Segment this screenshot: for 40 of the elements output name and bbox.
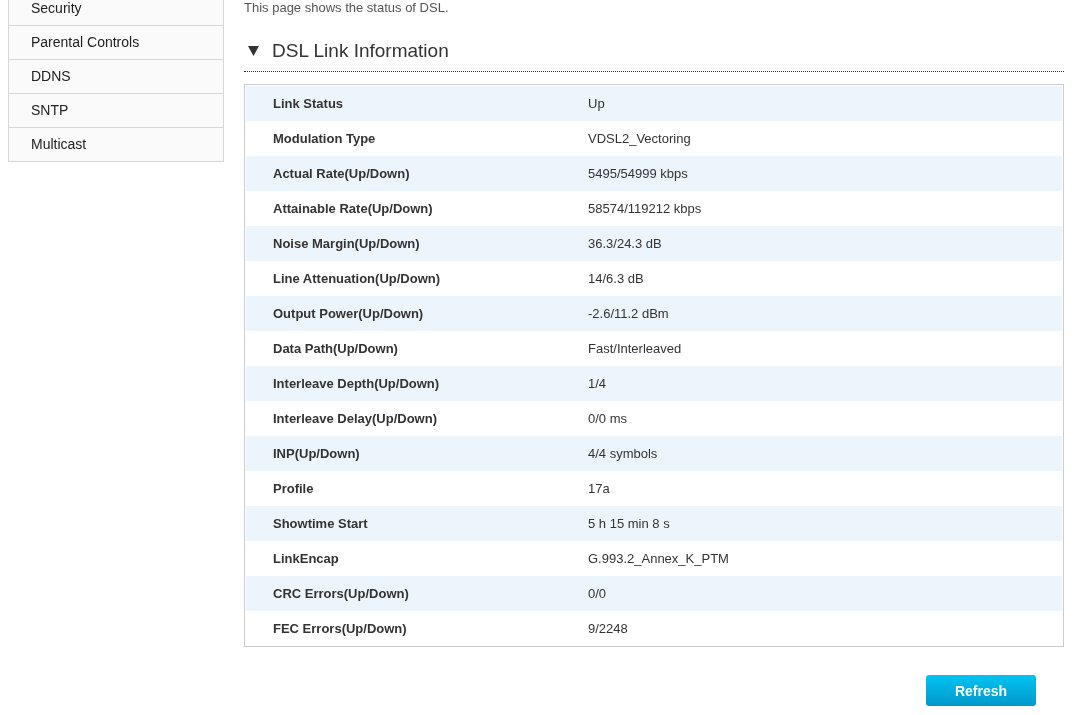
- field-label: Line Attenuation(Up/Down): [273, 271, 441, 286]
- field-value: 36.3/24.3 dB: [588, 236, 662, 251]
- field-value: Fast/Interleaved: [588, 341, 682, 356]
- section-title: DSL Link Information: [272, 39, 449, 63]
- field-value: 0/0 ms: [588, 411, 627, 426]
- sidebar-item[interactable]: DDNS: [9, 60, 223, 94]
- field-value: 1/4: [588, 376, 607, 391]
- field-label: Interleave Delay(Up/Down): [273, 411, 437, 426]
- field-value: 0/0: [588, 586, 607, 601]
- field-label: Actual Rate(Up/Down): [273, 166, 410, 181]
- field-label: INP(Up/Down): [273, 446, 360, 461]
- field-label: CRC Errors(Up/Down): [273, 586, 409, 601]
- field-label: Link Status: [273, 96, 344, 111]
- field-label: Data Path(Up/Down): [273, 341, 398, 356]
- field-label: Modulation Type: [273, 131, 376, 146]
- field-value: G.993.2_Annex_K_PTM: [588, 551, 729, 566]
- field-label: FEC Errors(Up/Down): [273, 621, 407, 636]
- sidebar-item[interactable]: Security: [9, 0, 223, 26]
- intro-text: This page shows the status of DSL.: [244, 0, 449, 16]
- field-value: 17a: [588, 481, 610, 496]
- field-value: Up: [588, 96, 605, 111]
- field-label: Noise Margin(Up/Down): [273, 236, 420, 251]
- field-label: Interleave Depth(Up/Down): [273, 376, 440, 391]
- field-value: VDSL2_Vectoring: [588, 131, 691, 146]
- caret-down-icon[interactable]: [248, 46, 259, 56]
- field-label: LinkEncap: [273, 551, 339, 566]
- sidebar-item[interactable]: Multicast: [9, 128, 223, 162]
- sidebar-item[interactable]: Parental Controls: [9, 26, 223, 60]
- field-label: Profile: [273, 481, 314, 496]
- field-label: Showtime Start: [273, 516, 368, 531]
- field-value: 9/2248: [588, 621, 628, 636]
- field-value: -2.6/11.2 dBm: [588, 306, 669, 321]
- field-label: Attainable Rate(Up/Down): [273, 201, 433, 216]
- sidebar-item[interactable]: SNTP: [9, 94, 223, 128]
- field-value: 58574/119212 kbps: [588, 201, 702, 216]
- field-value: 5 h 15 min 8 s: [588, 516, 670, 531]
- field-value: 5495/54999 kbps: [588, 166, 688, 181]
- field-value: 14/6.3 dB: [588, 271, 644, 286]
- field-value: 4/4 symbols: [588, 446, 658, 461]
- field-label: Output Power(Up/Down): [273, 306, 424, 321]
